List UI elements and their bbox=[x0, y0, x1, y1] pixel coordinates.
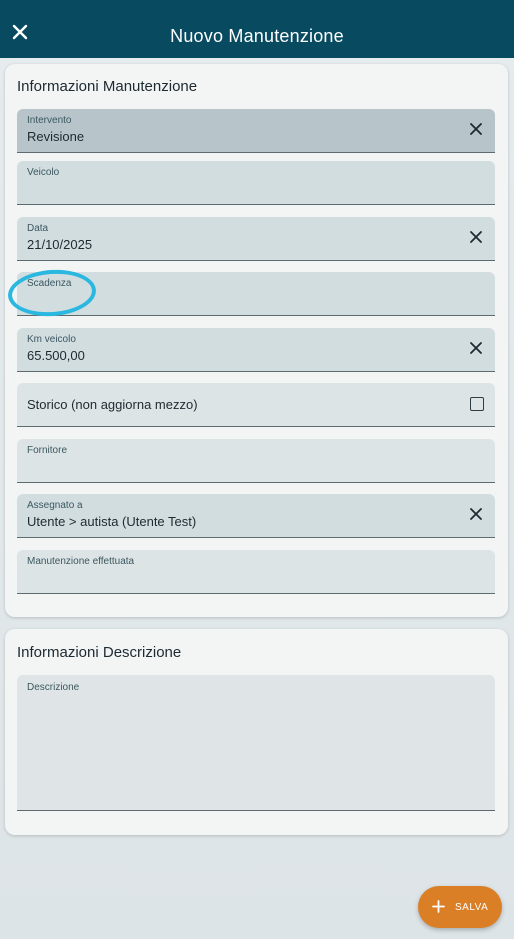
assegnato-label: Assegnato a bbox=[27, 500, 83, 511]
clear-assegnato-icon[interactable] bbox=[469, 507, 483, 521]
manutenzione-effettuata-field[interactable]: Manutenzione effettuata bbox=[17, 550, 495, 594]
scadenza-label: Scadenza bbox=[27, 278, 72, 289]
intervento-value: Revisione bbox=[27, 129, 85, 144]
km-veicolo-field[interactable]: Km veicolo 65.500,00 bbox=[17, 328, 495, 372]
description-info-card: Informazioni Descrizione Descrizione bbox=[5, 629, 508, 835]
assegnato-field[interactable]: Assegnato a Utente > autista (Utente Tes… bbox=[17, 494, 495, 538]
km-veicolo-label: Km veicolo bbox=[27, 334, 76, 345]
descrizione-label: Descrizione bbox=[27, 682, 80, 693]
fornitore-field[interactable]: Fornitore bbox=[17, 439, 495, 483]
clear-data-icon[interactable] bbox=[469, 230, 483, 244]
storico-label: Storico (non aggiorna mezzo) bbox=[27, 397, 198, 412]
plus-icon bbox=[432, 900, 445, 913]
storico-checkbox[interactable] bbox=[470, 397, 484, 411]
scadenza-field[interactable]: Scadenza bbox=[17, 272, 495, 316]
data-label: Data bbox=[27, 223, 49, 234]
clear-km-veicolo-icon[interactable] bbox=[469, 341, 483, 355]
fornitore-label: Fornitore bbox=[27, 445, 68, 456]
data-field[interactable]: Data 21/10/2025 bbox=[17, 217, 495, 261]
clear-intervento-icon[interactable] bbox=[469, 122, 483, 136]
storico-field[interactable]: Storico (non aggiorna mezzo) bbox=[17, 383, 495, 427]
km-veicolo-value: 65.500,00 bbox=[27, 348, 85, 363]
maintenance-info-card: Informazioni Manutenzione Intervento Rev… bbox=[5, 64, 508, 617]
descrizione-textarea[interactable]: Descrizione bbox=[17, 675, 495, 811]
maintenance-section-title: Informazioni Manutenzione bbox=[17, 78, 198, 95]
save-button-label: SALVA bbox=[455, 902, 489, 913]
description-section-title: Informazioni Descrizione bbox=[17, 644, 182, 661]
save-button[interactable]: SALVA bbox=[418, 886, 502, 928]
manutenzione-effettuata-label: Manutenzione effettuata bbox=[27, 556, 135, 567]
page-title: Nuovo Manutenzione bbox=[170, 26, 344, 46]
top-app-bar: Nuovo Manutenzione bbox=[0, 0, 514, 58]
assegnato-value: Utente > autista (Utente Test) bbox=[27, 514, 197, 529]
data-value: 21/10/2025 bbox=[27, 237, 93, 252]
veicolo-label: Veicolo bbox=[27, 167, 60, 178]
intervento-label: Intervento bbox=[27, 115, 72, 126]
intervento-field[interactable]: Intervento Revisione bbox=[17, 109, 495, 153]
veicolo-field[interactable]: Veicolo bbox=[17, 161, 495, 205]
